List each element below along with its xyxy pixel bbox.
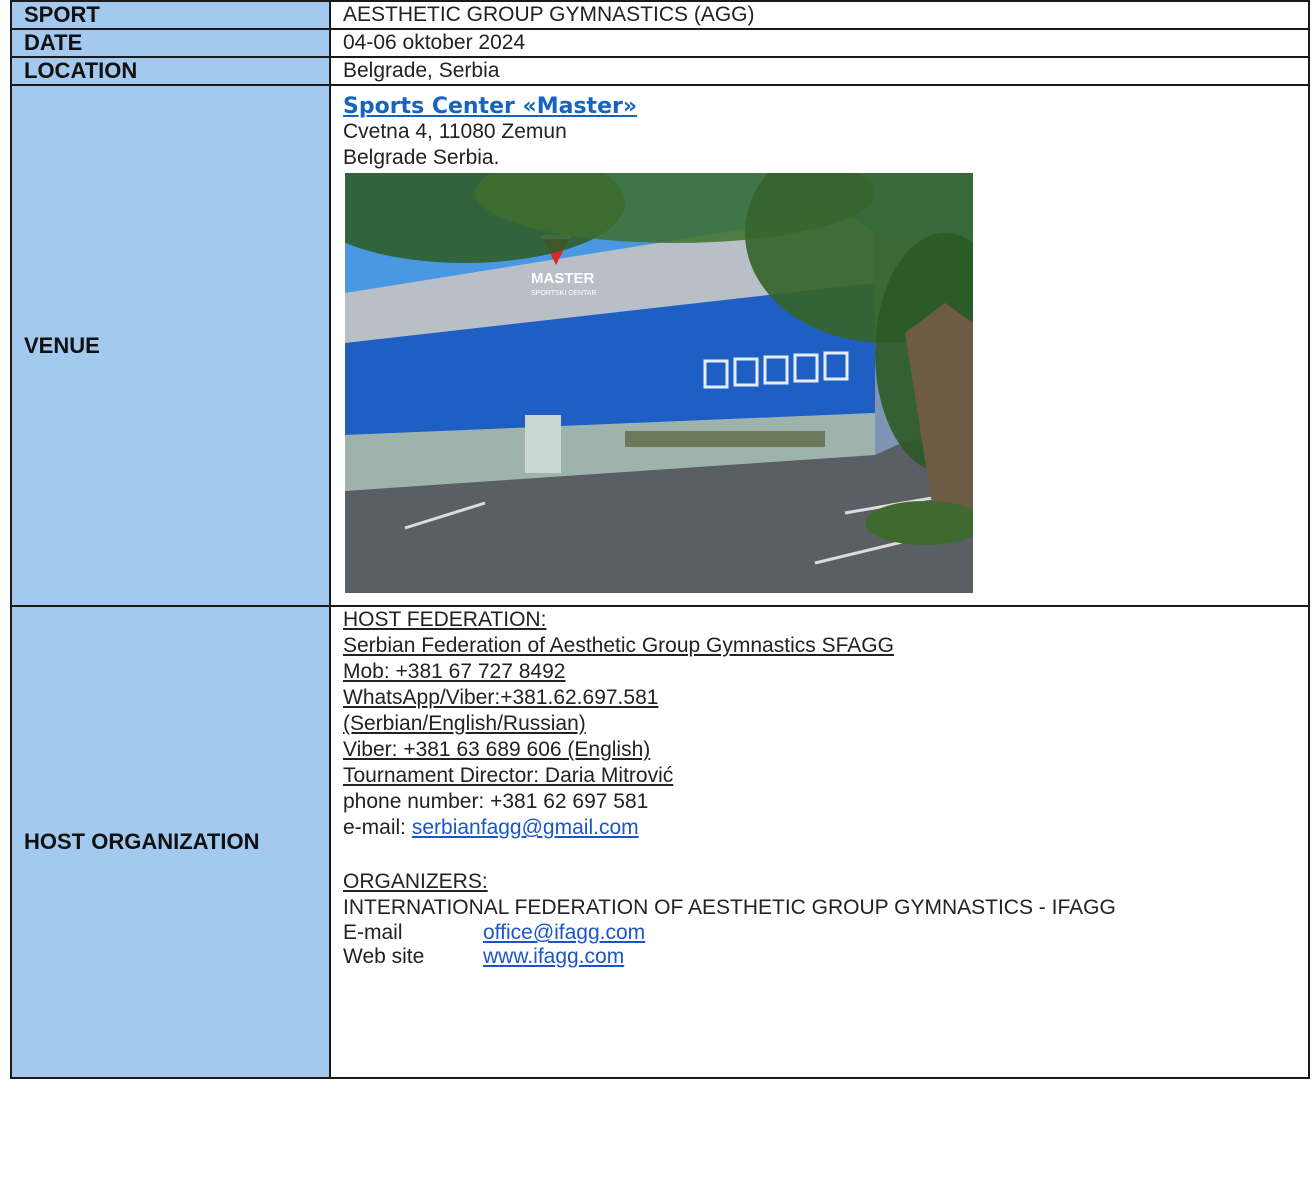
org-web-label: Web site (343, 945, 425, 968)
photo-sign-master: MASTER (531, 270, 595, 287)
organizers-heading: ORGANIZERS: (343, 870, 488, 893)
mob-phone: Mob: +381 67 727 8492 (343, 660, 566, 683)
row-date: DATE 04-06 oktober 2024 (10, 28, 1310, 58)
organizer-name: INTERNATIONAL FEDERATION OF AESTHETIC GR… (343, 896, 1116, 919)
venue-address-line2: Belgrade Serbia. (343, 146, 500, 169)
org-email-row: E-mail office@ifagg.com (343, 921, 1308, 945)
languages: (Serbian/English/Russian) (343, 712, 586, 735)
org-email-link[interactable]: office@ifagg.com (483, 921, 645, 945)
venue-name-link[interactable]: Sports Center «Master» (343, 94, 637, 119)
venue-photo-illustration: MASTER SPORTSKI CENTAR (345, 173, 973, 593)
viber-english: Viber: +381 63 689 606 (English) (343, 738, 651, 761)
venue-photo: MASTER SPORTSKI CENTAR (345, 173, 973, 593)
org-email-label: E-mail (343, 921, 403, 944)
org-web-row: Web site www.ifagg.com (343, 945, 1308, 969)
email-label: e-mail: (343, 816, 412, 839)
label-venue: VENUE (10, 84, 331, 607)
label-host-organization: HOST ORGANIZATION (10, 605, 331, 1079)
email-line: e-mail: serbianfagg@gmail.com (343, 815, 1308, 841)
row-sport: SPORT AESTHETIC GROUP GYMNASTICS (AGG) (10, 0, 1310, 30)
label-date: DATE (10, 28, 331, 58)
tournament-director: Tournament Director: Daria Mitrović (343, 764, 674, 787)
host-federation-heading: HOST FEDERATION: (343, 608, 547, 631)
value-location: Belgrade, Serbia (329, 56, 1310, 86)
label-location: LOCATION (10, 56, 331, 86)
venue-address-line1: Cvetna 4, 11080 Zemun (343, 120, 567, 143)
value-venue: Sports Center «Master» Cvetna 4, 11080 Z… (329, 84, 1310, 607)
photo-sign-sportski: SPORTSKI CENTAR (531, 290, 596, 297)
label-sport: SPORT (10, 0, 331, 30)
info-table: SPORT AESTHETIC GROUP GYMNASTICS (AGG) D… (10, 0, 1310, 1079)
email-link[interactable]: serbianfagg@gmail.com (412, 816, 639, 839)
value-sport: AESTHETIC GROUP GYMNASTICS (AGG) (329, 0, 1310, 30)
whatsapp-viber: WhatsApp/Viber:+381.62.697.581 (343, 686, 659, 709)
org-web-link[interactable]: www.ifagg.com (483, 945, 624, 969)
row-location: LOCATION Belgrade, Serbia (10, 56, 1310, 86)
row-host-organization: HOST ORGANIZATION HOST FEDERATION: Serbi… (10, 605, 1310, 1079)
value-host-organization: HOST FEDERATION: Serbian Federation of A… (329, 605, 1310, 1079)
phone-number: phone number: +381 62 697 581 (343, 790, 649, 813)
row-venue: VENUE Sports Center «Master» Cvetna 4, 1… (10, 84, 1310, 607)
federation-name: Serbian Federation of Aesthetic Group Gy… (343, 634, 894, 657)
value-date: 04-06 oktober 2024 (329, 28, 1310, 58)
